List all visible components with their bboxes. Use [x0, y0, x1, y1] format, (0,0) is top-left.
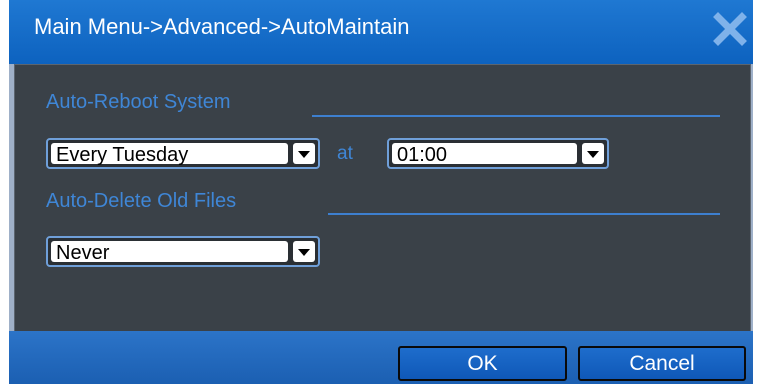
at-label: at	[337, 143, 353, 164]
close-icon[interactable]	[713, 12, 747, 46]
title-bar: Main Menu->Advanced->AutoMaintain	[9, 0, 753, 64]
delete-files-value: Never	[56, 242, 110, 264]
chevron-down-icon[interactable]	[293, 143, 315, 164]
section-divider	[328, 213, 720, 215]
delete-files-select[interactable]: Never	[46, 236, 320, 267]
button-bar: OK Cancel	[9, 331, 753, 384]
chevron-down-icon[interactable]	[582, 143, 604, 164]
reboot-time-value: 01:00	[397, 144, 448, 166]
section-divider	[312, 115, 720, 117]
reboot-day-value: Every Tuesday	[56, 144, 189, 166]
settings-panel: Auto-Reboot System Every Tuesday at 01:0…	[14, 64, 751, 332]
auto-reboot-label: Auto-Reboot System	[46, 91, 231, 113]
reboot-day-select[interactable]: Every Tuesday	[46, 138, 320, 169]
auto-delete-label: Auto-Delete Old Files	[46, 190, 237, 212]
cancel-button[interactable]: Cancel	[578, 346, 746, 381]
reboot-time-select[interactable]: 01:00	[387, 138, 609, 169]
ok-button[interactable]: OK	[398, 346, 567, 381]
auto-maintain-dialog: Main Menu->Advanced->AutoMaintain Auto-R…	[9, 0, 753, 384]
window-title: Main Menu->Advanced->AutoMaintain	[34, 14, 410, 39]
chevron-down-icon[interactable]	[293, 241, 315, 262]
